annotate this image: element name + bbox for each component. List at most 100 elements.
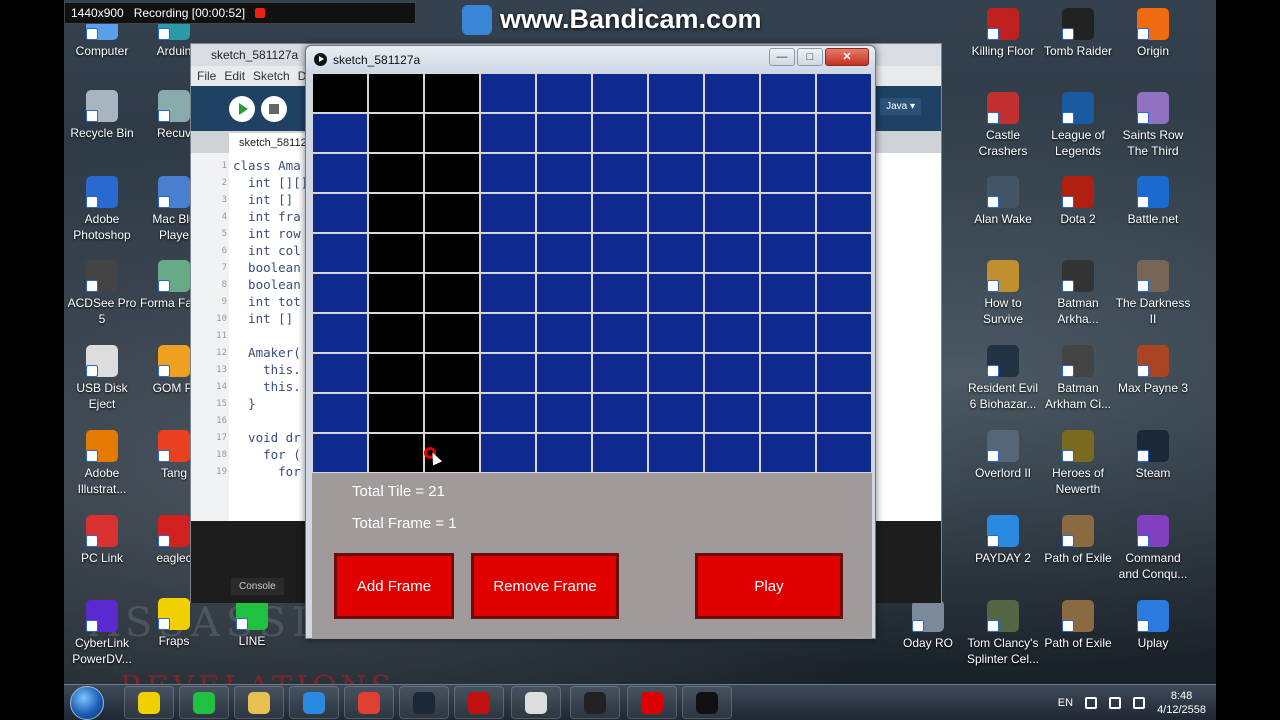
desktop-icon[interactable]: PAYDAY 2: [965, 515, 1041, 566]
desktop-icon[interactable]: Uplay: [1115, 600, 1191, 651]
desktop-icon[interactable]: Batman Arkha...: [1040, 260, 1116, 327]
sketch-canvas[interactable]: Total Tile = 21 Total Frame = 1 Add Fram…: [312, 73, 872, 639]
menu-file[interactable]: File: [197, 69, 216, 83]
grid-tile[interactable]: [760, 393, 816, 433]
maximize-button[interactable]: □: [797, 48, 823, 66]
desktop-icon[interactable]: USB Disk Eject: [64, 345, 140, 412]
grid-tile[interactable]: [536, 73, 592, 113]
taskbar-explorer-button[interactable]: [234, 686, 284, 719]
desktop-icon[interactable]: Overlord II: [965, 430, 1041, 481]
stop-button[interactable]: [261, 96, 287, 122]
grid-tile[interactable]: [760, 233, 816, 273]
desktop-icon[interactable]: Origin: [1115, 8, 1191, 59]
grid-tile[interactable]: [592, 313, 648, 353]
grid-tile[interactable]: [424, 313, 480, 353]
grid-tile[interactable]: [648, 233, 704, 273]
grid-tile[interactable]: [704, 233, 760, 273]
grid-tile[interactable]: [424, 393, 480, 433]
grid-tile[interactable]: [704, 153, 760, 193]
grid-tile[interactable]: [368, 313, 424, 353]
desktop-icon[interactable]: Dota 2: [1040, 176, 1116, 227]
grid-tile[interactable]: [480, 233, 536, 273]
desktop-icon[interactable]: PC Link: [64, 515, 140, 566]
recording-toolbar[interactable]: 1440x900 Recording [00:00:52]: [64, 2, 416, 24]
grid-tile[interactable]: [312, 433, 368, 473]
grid-tile[interactable]: [536, 273, 592, 313]
grid-tile[interactable]: [760, 353, 816, 393]
grid-tile[interactable]: [592, 73, 648, 113]
grid-tile[interactable]: [592, 353, 648, 393]
grid-tile[interactable]: [424, 113, 480, 153]
taskbar-sketch-button[interactable]: [682, 686, 732, 719]
tile-grid[interactable]: [312, 73, 872, 473]
desktop-icon[interactable]: Path of Exile: [1040, 515, 1116, 566]
taskbar-ninja-button[interactable]: [454, 686, 504, 719]
grid-tile[interactable]: [536, 153, 592, 193]
grid-tile[interactable]: [368, 73, 424, 113]
desktop-icon[interactable]: Saints Row The Third: [1115, 92, 1191, 159]
desktop-icon[interactable]: Heroes of Newerth: [1040, 430, 1116, 497]
record-stop-icon[interactable]: [255, 8, 266, 18]
grid-tile[interactable]: [704, 73, 760, 113]
grid-tile[interactable]: [312, 113, 368, 153]
grid-tile[interactable]: [760, 313, 816, 353]
grid-tile[interactable]: [480, 73, 536, 113]
grid-tile[interactable]: [536, 433, 592, 473]
sketch-window[interactable]: sketch_581127a — □ ✕ Total Tile = 21 Tot…: [305, 45, 876, 639]
grid-tile[interactable]: [704, 273, 760, 313]
grid-tile[interactable]: [312, 273, 368, 313]
mode-select[interactable]: Java ▾: [880, 98, 921, 115]
grid-tile[interactable]: [816, 393, 872, 433]
grid-tile[interactable]: [592, 273, 648, 313]
clock[interactable]: 8:48 4/12/2558: [1157, 689, 1206, 717]
grid-tile[interactable]: [424, 353, 480, 393]
grid-tile[interactable]: [704, 113, 760, 153]
grid-tile[interactable]: [592, 433, 648, 473]
grid-tile[interactable]: [704, 193, 760, 233]
start-button[interactable]: [70, 686, 104, 720]
grid-tile[interactable]: [368, 273, 424, 313]
network-icon[interactable]: [1109, 697, 1122, 709]
desktop-icon[interactable]: Recycle Bin: [64, 90, 140, 141]
taskbar-chrome-button[interactable]: [344, 686, 394, 719]
grid-tile[interactable]: [536, 313, 592, 353]
desktop-icon[interactable]: Adobe Illustrat...: [64, 430, 140, 497]
grid-tile[interactable]: [368, 193, 424, 233]
desktop-icon[interactable]: Oday RO: [890, 600, 966, 651]
grid-tile[interactable]: [424, 73, 480, 113]
grid-tile[interactable]: [816, 353, 872, 393]
grid-tile[interactable]: [312, 353, 368, 393]
desktop-icon[interactable]: LINE: [214, 598, 290, 649]
desktop-icon[interactable]: Steam: [1115, 430, 1191, 481]
grid-tile[interactable]: [480, 393, 536, 433]
grid-tile[interactable]: [312, 153, 368, 193]
volume-icon[interactable]: [1133, 697, 1146, 709]
grid-tile[interactable]: [536, 233, 592, 273]
desktop-icon[interactable]: Command and Conqu...: [1115, 515, 1191, 582]
grid-tile[interactable]: [536, 113, 592, 153]
grid-tile[interactable]: [312, 233, 368, 273]
grid-tile[interactable]: [480, 273, 536, 313]
desktop-icon[interactable]: How to Survive: [965, 260, 1041, 327]
grid-tile[interactable]: [312, 193, 368, 233]
grid-tile[interactable]: [368, 113, 424, 153]
desktop-icon[interactable]: Batman Arkham Ci...: [1040, 345, 1116, 412]
menu-sketch[interactable]: Sketch: [253, 69, 290, 83]
grid-tile[interactable]: [592, 193, 648, 233]
grid-tile[interactable]: [536, 193, 592, 233]
menu-edit[interactable]: Edit: [224, 69, 245, 83]
grid-tile[interactable]: [648, 353, 704, 393]
grid-tile[interactable]: [592, 113, 648, 153]
grid-tile[interactable]: [592, 393, 648, 433]
grid-tile[interactable]: [368, 353, 424, 393]
desktop-icon[interactable]: League of Legends: [1040, 92, 1116, 159]
grid-tile[interactable]: [592, 233, 648, 273]
grid-tile[interactable]: [760, 153, 816, 193]
grid-tile[interactable]: [816, 273, 872, 313]
desktop-icon[interactable]: Battle.net: [1115, 176, 1191, 227]
grid-tile[interactable]: [648, 273, 704, 313]
taskbar-steam-button[interactable]: [399, 686, 449, 719]
grid-tile[interactable]: [368, 393, 424, 433]
grid-tile[interactable]: [536, 353, 592, 393]
desktop-icon[interactable]: Castle Crashers: [965, 92, 1041, 159]
